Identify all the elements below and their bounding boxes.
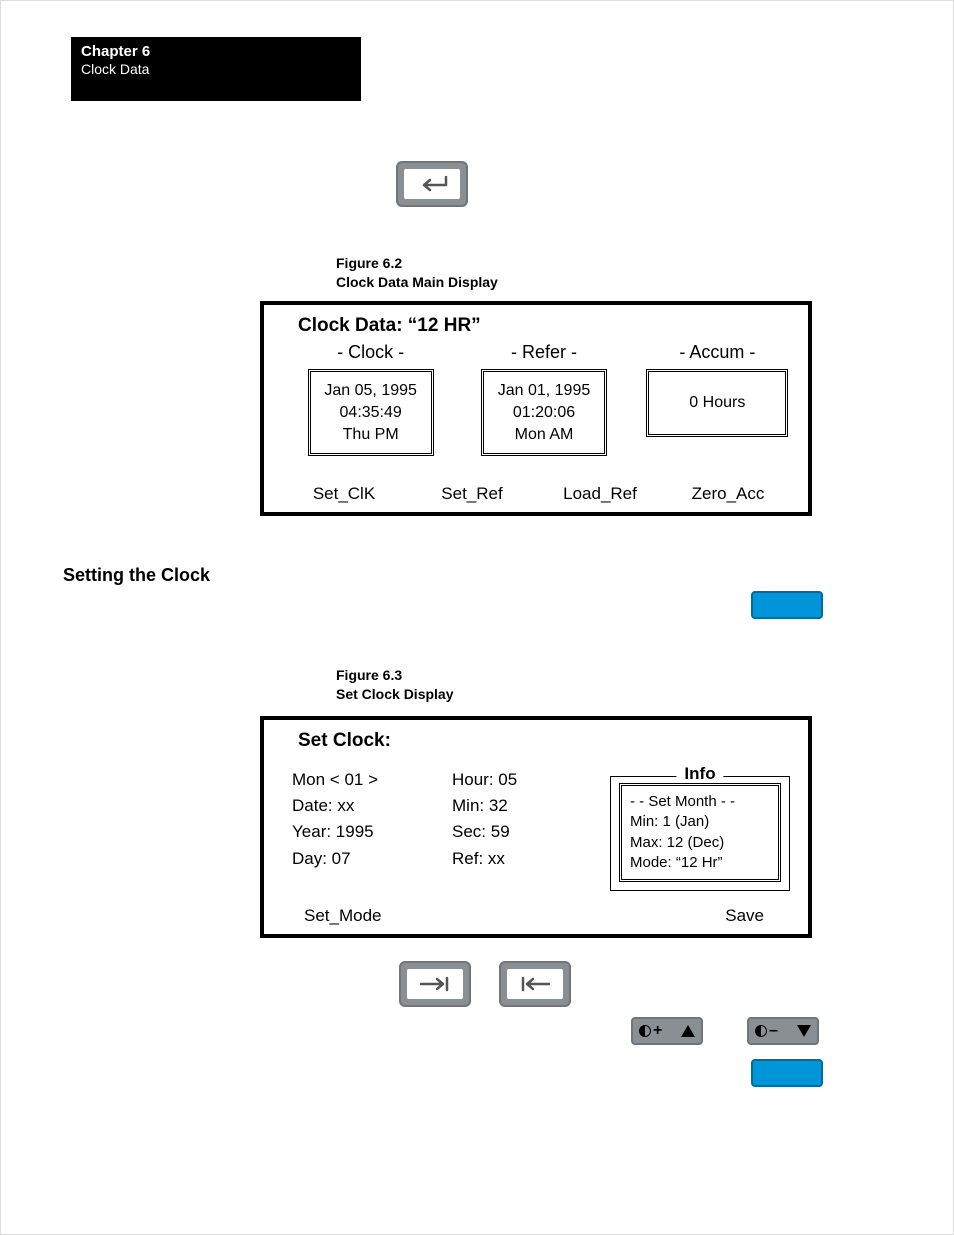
accum-column: - Accum - 0 Hours [631,342,804,456]
panel-title: Set Clock: [298,730,792,753]
refer-header: - Refer - [457,342,630,364]
field-sec[interactable]: Sec: 59 [452,819,582,845]
softkey-load-ref[interactable]: Load_Ref [536,485,664,502]
refer-date: Jan 01, 1995 [494,380,594,402]
figure-title: Set Clock Display [336,686,454,702]
refer-time: 01:20:06 [494,402,594,424]
enter-arrow-icon [404,169,460,199]
figure-6-3-caption: Figure 6.3 Set Clock Display [336,666,454,704]
contrast-up-key[interactable]: + [631,1017,703,1045]
softkey-set-ref[interactable]: Set_Ref [408,485,536,502]
info-box: Info - - Set Month - - Min: 1 (Jan) Max:… [610,776,790,891]
refer-column: - Refer - Jan 01, 1995 01:20:06 Mon AM [457,342,630,456]
softkey-save[interactable]: Save [534,907,792,924]
contrast-keys: + – [631,1017,819,1045]
clock-day: Thu PM [321,424,421,446]
clock-data-main-display: Clock Data: “12 HR” - Clock - Jan 05, 19… [260,301,812,516]
clock-header: - Clock - [284,342,457,364]
field-day[interactable]: Day: 07 [292,846,452,872]
contrast-down-icon: – [755,1023,778,1039]
accum-header: - Accum - [631,342,804,364]
info-line-min: Min: 1 (Jan) [630,812,770,832]
function-key-icon[interactable] [751,1059,823,1087]
field-ref[interactable]: Ref: xx [452,846,582,872]
panel-title: Clock Data: “12 HR” [298,315,792,338]
accum-value-box: 0 Hours [646,369,788,437]
triangle-down-icon [797,1025,811,1037]
accum-value: 0 Hours [667,392,767,414]
section-setting-the-clock: Setting the Clock [63,566,210,584]
softkey-zero-acc[interactable]: Zero_Acc [664,485,792,502]
field-hour[interactable]: Hour: 05 [452,767,582,793]
tab-forward-icon [407,969,463,999]
triangle-up-icon [681,1025,695,1037]
clock-time: 04:35:49 [321,402,421,424]
tab-forward-key[interactable] [399,961,471,1007]
field-month[interactable]: Mon < 01 > [292,767,452,793]
info-line-max: Max: 12 (Dec) [630,833,770,853]
chapter-number: Chapter 6 [81,43,351,61]
field-year[interactable]: Year: 1995 [292,819,452,845]
info-line-mode: Mode: “12 Hr” [630,853,770,873]
softkey-row: Set_ClK Set_Ref Load_Ref Zero_Acc [280,485,792,502]
info-legend: Info [676,765,723,782]
softkey-row: Set_Mode Save [280,907,792,924]
info-content: - - Set Month - - Min: 1 (Jan) Max: 12 (… [619,783,781,882]
contrast-up-icon: + [639,1023,662,1039]
field-date[interactable]: Date: xx [292,793,452,819]
mid-fields: Hour: 05 Min: 32 Sec: 59 Ref: xx [452,767,582,872]
refer-value-box: Jan 01, 1995 01:20:06 Mon AM [481,369,607,456]
figure-number: Figure 6.2 [336,255,402,271]
function-key-icon[interactable] [751,591,823,619]
clock-value-box: Jan 05, 1995 04:35:49 Thu PM [308,369,434,456]
tab-back-icon [507,969,563,999]
softkey-set-clk[interactable]: Set_ClK [280,485,408,502]
clock-date: Jan 05, 1995 [321,380,421,402]
set-clock-display: Set Clock: Mon < 01 > Date: xx Year: 199… [260,716,812,938]
page: Chapter 6 Clock Data Figure 6.2 Clock Da… [0,0,954,1235]
figure-title: Clock Data Main Display [336,274,498,290]
info-line-title: - - Set Month - - [630,792,770,812]
nav-keys [399,961,571,1007]
left-fields: Mon < 01 > Date: xx Year: 1995 Day: 07 [292,767,452,872]
enter-key[interactable] [396,161,468,207]
chapter-title: Clock Data [81,61,351,78]
chapter-header: Chapter 6 Clock Data [71,37,361,101]
columns: - Clock - Jan 05, 1995 04:35:49 Thu PM -… [284,342,804,456]
tab-back-key[interactable] [499,961,571,1007]
figure-6-2-caption: Figure 6.2 Clock Data Main Display [336,254,498,292]
contrast-down-key[interactable]: – [747,1017,819,1045]
figure-number: Figure 6.3 [336,667,402,683]
clock-column: - Clock - Jan 05, 1995 04:35:49 Thu PM [284,342,457,456]
softkey-set-mode[interactable]: Set_Mode [280,907,534,924]
refer-day: Mon AM [494,424,594,446]
field-min[interactable]: Min: 32 [452,793,582,819]
